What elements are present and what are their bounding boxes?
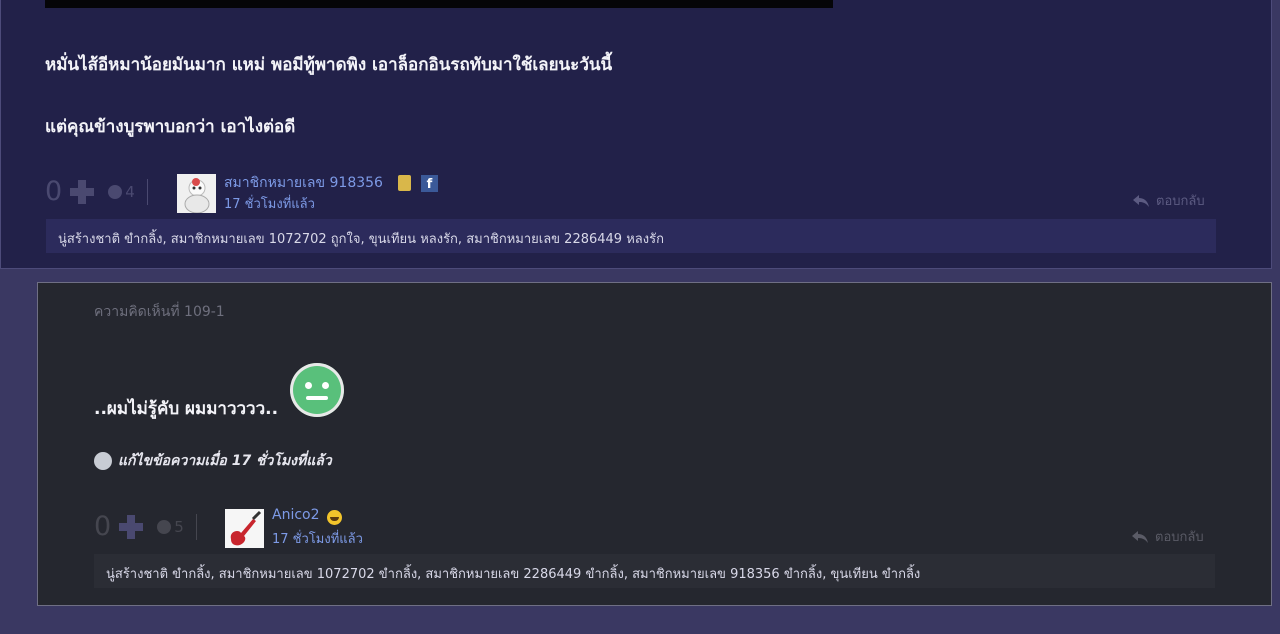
comment-post: หมั่นไส้อีหมาน้อยมันมาก แหม่ พอมีทู้พาดพ… <box>0 0 1272 269</box>
reply-arrow-icon <box>1133 194 1149 207</box>
username-link[interactable]: สมาชิกหมายเลข 918356 <box>224 172 383 194</box>
divider <box>195 513 197 540</box>
vote-bar: 0 5 <box>94 511 197 542</box>
username-link[interactable]: Anico2 <box>272 507 320 523</box>
emotion-icon <box>108 184 123 199</box>
post-time: 17 ชั่วโมงที่แล้ว <box>272 532 363 547</box>
reaction-summary[interactable]: นู่สร้างชาติ ขำกลิ้ง, สมาชิกหมายเลข 1072… <box>94 554 1215 588</box>
reaction-summary[interactable]: นู่สร้างชาติ ขำกลิ้ง, สมาชิกหมายเลข 1072… <box>46 219 1216 253</box>
vote-count: 0 <box>94 511 112 542</box>
reply-message: ..ผมไม่รู้คับ ผมมาวววว.. <box>94 399 279 419</box>
emotion-icon <box>157 519 172 534</box>
user-badge-icon <box>398 175 411 191</box>
edit-info-icon <box>94 452 112 470</box>
comment-number[interactable]: ความคิดเห็นที่ 109-1 <box>94 301 225 323</box>
avatar-image <box>177 174 216 213</box>
vote-bar: 0 4 <box>45 176 148 207</box>
emotion-count: 5 <box>174 517 184 536</box>
avatar[interactable] <box>225 509 264 548</box>
edited-text: แก้ไขข้อความเมื่อ 17 ชั่วโมงที่แล้ว <box>118 453 332 469</box>
post-time: 17 ชั่วโมงที่แล้ว <box>224 197 315 212</box>
plus-vote-icon[interactable] <box>70 179 95 204</box>
post-message-line-2: แต่คุณข้างบูรพาบอกว่า เอาไงต่อดี <box>45 117 296 137</box>
reply-label: ตอบกลับ <box>1155 530 1204 545</box>
emotion-button[interactable]: 4 <box>108 183 135 201</box>
reply-button[interactable]: ตอบกลับ <box>1131 526 1204 547</box>
reply-label: ตอบกลับ <box>1156 194 1205 209</box>
post-message-line-1: หมั่นไส้อีหมาน้อยมันมาก แหม่ พอมีทู้พาดพ… <box>45 55 613 75</box>
reply-arrow-icon <box>1132 530 1148 543</box>
reply-button[interactable]: ตอบกลับ <box>1132 190 1205 211</box>
embedded-media-bottom <box>45 0 833 8</box>
facebook-icon[interactable]: f <box>421 175 438 192</box>
vote-count: 0 <box>45 176 63 207</box>
emotion-count: 4 <box>125 182 135 201</box>
plus-vote-icon[interactable] <box>119 514 144 539</box>
neutral-smiley-icon <box>290 363 344 417</box>
reply-post: ความคิดเห็นที่ 109-1 ..ผมไม่รู้คับ ผมมาว… <box>37 282 1272 606</box>
grin-emoji-icon <box>327 510 342 525</box>
avatar[interactable] <box>177 174 216 213</box>
avatar-image <box>225 509 264 548</box>
emotion-button[interactable]: 5 <box>157 518 184 536</box>
edited-note: แก้ไขข้อความเมื่อ 17 ชั่วโมงที่แล้ว <box>94 450 332 472</box>
divider <box>146 178 148 205</box>
